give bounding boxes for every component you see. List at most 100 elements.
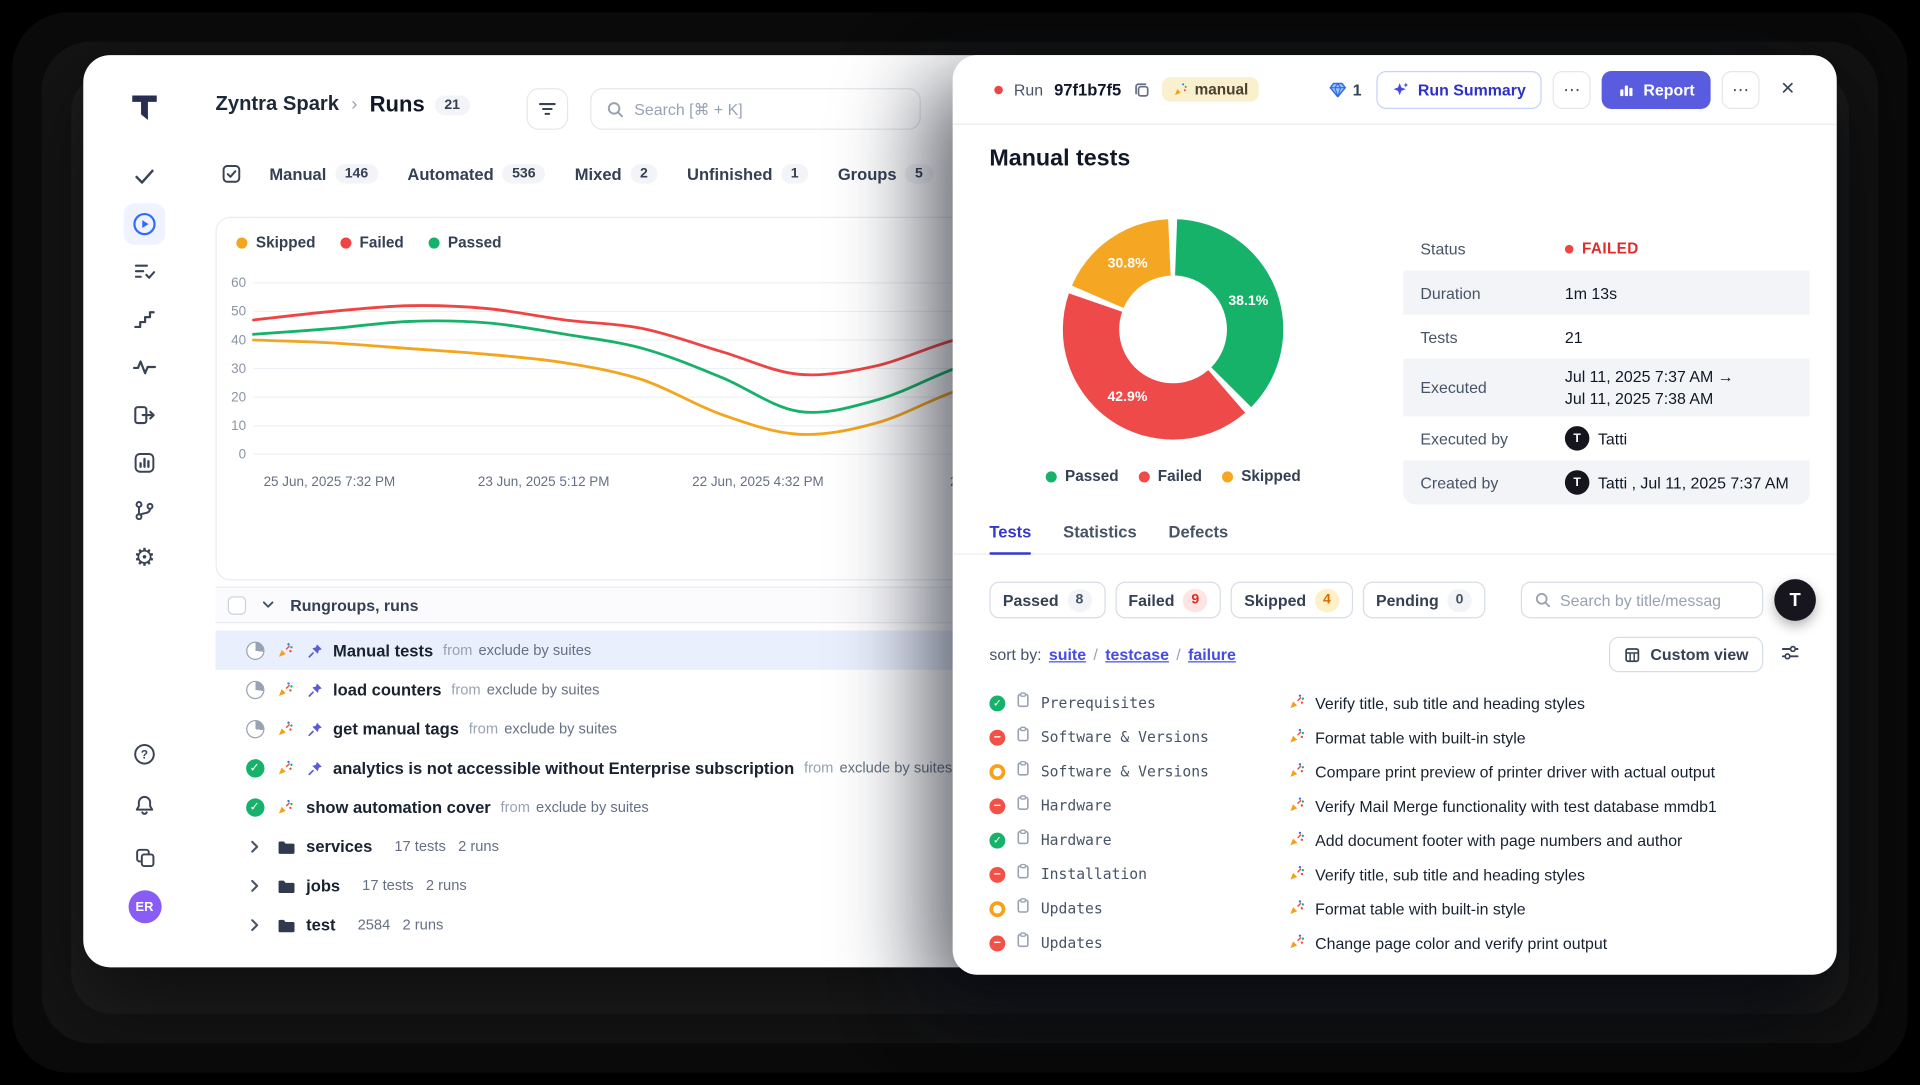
custom-view-label: Custom view (1650, 645, 1748, 663)
filter-chip[interactable]: Pending 0 (1362, 582, 1485, 619)
legend-dot (1138, 471, 1149, 482)
chevron-right-icon[interactable] (245, 878, 265, 893)
filter-button[interactable] (527, 88, 569, 130)
test-title: Format table with built-in style (1315, 728, 1526, 746)
chevron-right-icon[interactable] (245, 917, 265, 932)
drawer-actions: 1 Run Summary ⋯ Report ⋯ × (1328, 70, 1805, 108)
confetti-icon (1288, 795, 1305, 816)
sidebar-item-milestones[interactable] (124, 299, 166, 341)
sidebar-item-projects[interactable] (126, 839, 163, 876)
runs-filter-tab[interactable]: Unfinished 1 (687, 164, 808, 184)
folder-icon (276, 876, 296, 894)
drawer-more-button[interactable]: ⋯ (1722, 70, 1760, 108)
bar-chart-icon (132, 451, 156, 475)
app-logo[interactable] (126, 89, 163, 126)
svg-text:23 Jun, 2025 5:12 PM: 23 Jun, 2025 5:12 PM (478, 474, 610, 489)
runs-filter-tab[interactable]: Mixed 2 (575, 164, 658, 184)
svg-text:60: 60 (231, 275, 246, 290)
sidebar-item-settings[interactable]: ⚙ (124, 538, 166, 580)
info-value: T Tatti , Jul 11, 2025 7:37 AM (1565, 462, 1789, 504)
test-suite: Hardware (1041, 831, 1112, 848)
run-overview: 38.1%42.9%30.8% Passed Failed Skipped (989, 173, 1809, 505)
test-row[interactable]: Installation Verify title, sub title and… (953, 857, 1837, 891)
chevron-down-icon[interactable] (261, 598, 276, 613)
donut-column: 38.1%42.9%30.8% Passed Failed Skipped (989, 173, 1383, 505)
test-title: Verify Mail Merge functionality with tes… (1315, 797, 1717, 815)
adjustments-icon[interactable] (1780, 643, 1800, 666)
drawer-tab[interactable]: Statistics (1063, 523, 1137, 554)
test-row[interactable]: Software & Versions Format table with bu… (953, 720, 1837, 754)
row-tests-count: 2584 (358, 916, 391, 933)
tests-search-input[interactable] (1560, 591, 1750, 609)
legend-dot (428, 237, 439, 248)
sort-link[interactable]: failure (1188, 645, 1236, 663)
runs-filter-tab[interactable]: Automated 536 (407, 164, 545, 184)
legend-item: Skipped (236, 234, 315, 251)
donut-legend-item: Skipped (1222, 468, 1301, 485)
sidebar-item-help[interactable]: ? (126, 736, 163, 773)
svg-text:0: 0 (239, 447, 246, 462)
report-button[interactable]: Report (1602, 70, 1711, 108)
test-status-icon (989, 832, 1005, 848)
filter-chip[interactable]: Passed 8 (989, 582, 1105, 619)
drawer-tab[interactable]: Tests (989, 523, 1031, 554)
stairs-icon (132, 307, 156, 331)
test-suite: Installation (1041, 866, 1147, 883)
user-avatar[interactable]: ER (128, 890, 161, 923)
filter-chip[interactable]: Skipped 4 (1231, 582, 1353, 619)
sparkles-icon (1392, 81, 1409, 98)
legend-label: Skipped (1241, 468, 1301, 485)
info-label: Status (1420, 239, 1564, 257)
copy-run-id-button[interactable] (1132, 80, 1150, 98)
confetti-icon (1288, 830, 1305, 851)
test-row[interactable]: Updates Change page color and verify pri… (953, 926, 1837, 960)
runs-filter-tab[interactable]: Groups 5 (838, 164, 933, 184)
test-row[interactable]: Hardware Verify Mail Merge functionality… (953, 789, 1837, 823)
gem-counter[interactable]: 1 (1328, 80, 1361, 98)
legend-label: Failed (360, 234, 404, 251)
custom-view-button[interactable]: Custom view (1609, 637, 1764, 673)
brand-logo-badge[interactable]: T (1774, 579, 1816, 621)
select-all-checkbox[interactable] (228, 596, 246, 614)
tab-count-badge: 2 (630, 164, 657, 184)
sidebar-item-branches[interactable] (124, 490, 166, 532)
row-source: exclude by suites (840, 759, 953, 776)
sidebar-item-export[interactable] (124, 394, 166, 436)
test-row[interactable]: Hardware Add document footer with page n… (953, 823, 1837, 857)
chip-label: Failed (1128, 591, 1174, 609)
test-row[interactable]: Software & Versions Compare print previe… (953, 754, 1837, 788)
project-name[interactable]: Zyntra Spark (216, 93, 340, 116)
row-from-label: from (451, 681, 480, 698)
more-options-button[interactable]: ⋯ (1553, 70, 1591, 108)
sidebar-item-analytics[interactable] (124, 347, 166, 389)
row-source: exclude by suites (536, 798, 649, 815)
rail-nav: ⚙ (124, 156, 166, 580)
check-icon (132, 164, 156, 188)
search-input[interactable] (634, 100, 905, 118)
sidebar-item-notifications[interactable] (126, 787, 163, 824)
run-summary-button[interactable]: Run Summary (1376, 70, 1541, 108)
run-title: Manual tests (989, 146, 1836, 173)
sort-separator: / (1176, 645, 1180, 663)
sidebar-item-runs[interactable] (124, 203, 166, 245)
sidebar-item-reports[interactable] (124, 442, 166, 484)
drawer-tab[interactable]: Defects (1169, 523, 1229, 554)
chevron-right-icon[interactable] (245, 839, 265, 854)
rail-bottom: ? ER (126, 736, 163, 923)
test-row[interactable]: Updates Format table with built-in style (953, 891, 1837, 925)
confetti-icon (1288, 727, 1305, 748)
close-drawer-button[interactable]: × (1771, 72, 1805, 106)
help-icon: ? (132, 742, 156, 766)
sidebar-item-checks[interactable] (124, 156, 166, 198)
sort-link[interactable]: testcase (1105, 645, 1169, 663)
filter-chip[interactable]: Failed 9 (1115, 582, 1221, 619)
legend-dot (340, 237, 351, 248)
run-info-table: Status T FAILED Duration (1403, 227, 1810, 505)
runs-filter-tab[interactable]: Manual 146 (269, 164, 378, 184)
test-row[interactable]: Prerequisites Verify title, sub title an… (953, 686, 1837, 720)
sidebar-item-plans[interactable] (124, 251, 166, 293)
info-row: Executed by T Tatti (1403, 416, 1810, 460)
run-summary-label: Run Summary (1418, 80, 1526, 98)
sort-link[interactable]: suite (1049, 645, 1086, 663)
sort-separator: / (1093, 645, 1097, 663)
